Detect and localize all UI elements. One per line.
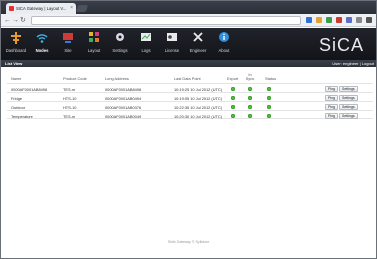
nav-about[interactable]: About xyxy=(213,31,235,59)
nav-label: Engineer xyxy=(189,48,207,53)
browser-toolbar: ← → ↻ xyxy=(1,14,376,27)
nav-label: Layout xyxy=(87,48,101,53)
nav-logs[interactable]: Logs xyxy=(135,31,157,59)
new-tab-button[interactable] xyxy=(75,5,89,12)
header-long-address[interactable]: Long Address xyxy=(105,76,129,81)
nav-label: Logs xyxy=(141,48,151,53)
export-status-icon xyxy=(231,114,235,118)
header-name[interactable]: Name xyxy=(11,76,21,81)
extension-icon[interactable] xyxy=(326,17,332,23)
header-last-data-point[interactable]: Last Data Point xyxy=(174,76,201,81)
close-icon[interactable]: × xyxy=(70,5,73,11)
header-in-sync[interactable]: In Sync xyxy=(244,73,256,81)
sub-header: List View User: engineer | Logout xyxy=(1,60,376,67)
tab-strip: SICA Gateway | Layout V... × xyxy=(1,1,376,14)
export-status-icon xyxy=(231,96,235,100)
nav-site[interactable]: Site xyxy=(57,31,79,59)
cell-last-data-point: 10:20:30 10 Jul 2012 (UTC) xyxy=(174,114,223,119)
settings-button[interactable]: Settings xyxy=(339,85,358,92)
nav-label: Site xyxy=(64,48,72,53)
header-product-code[interactable]: Product Code xyxy=(63,76,87,81)
dashboard-icon xyxy=(11,32,21,44)
header-status[interactable]: Status xyxy=(265,76,276,81)
layout-icon xyxy=(89,32,99,42)
nav-nodes[interactable]: Nodes xyxy=(31,31,53,59)
user-info[interactable]: User: engineer | Logout xyxy=(332,61,374,66)
site-icon xyxy=(63,33,73,43)
tab-title: SICA Gateway | Layout V... xyxy=(16,6,67,11)
in-sync-status-icon xyxy=(248,87,252,91)
export-status-icon xyxy=(231,105,235,109)
gear-icon xyxy=(116,33,124,41)
table-row[interactable]: Outdoor HTS-10 0000AF0001AB0376 10:22:35… xyxy=(7,101,373,110)
status-icon xyxy=(267,114,271,118)
table-row[interactable]: 0000AF0001AB8498 TES-m 0000AF0001AB8498 … xyxy=(7,83,373,92)
nav-label: Nodes xyxy=(35,48,49,53)
export-status-icon xyxy=(231,87,235,91)
forward-icon[interactable]: → xyxy=(12,16,19,25)
status-icon xyxy=(267,96,271,100)
ping-button[interactable]: Ping xyxy=(325,112,339,119)
page-title: List View xyxy=(5,61,23,66)
nav-label: About xyxy=(218,48,230,53)
ping-button[interactable]: Ping xyxy=(325,94,339,101)
app-logo: SiCA xyxy=(318,35,364,55)
status-icon xyxy=(267,87,271,91)
extension-icon[interactable] xyxy=(356,17,362,23)
nav-label: Dashboard xyxy=(5,48,27,53)
extension-icon[interactable] xyxy=(346,17,352,23)
table-row[interactable]: Temperature TES-m 0000AF0001AB0049 10:20… xyxy=(7,110,373,119)
cell-long-address: 0000AF0001AB0049 xyxy=(105,114,142,119)
favicon-icon xyxy=(9,6,14,11)
back-icon[interactable]: ← xyxy=(4,16,11,25)
table-row[interactable]: Fridge HTS-10 0000AF0001AB0494 10:19:05 … xyxy=(7,92,373,101)
ping-button[interactable]: Ping xyxy=(325,103,339,110)
extension-icon[interactable] xyxy=(306,17,312,23)
info-icon xyxy=(219,32,229,42)
nav-license[interactable]: License xyxy=(161,31,183,59)
status-icon xyxy=(267,105,271,109)
nav-layout[interactable]: Layout xyxy=(83,31,105,59)
nav-settings[interactable]: Settings xyxy=(109,31,131,59)
settings-button[interactable]: Settings xyxy=(339,112,358,119)
in-sync-status-icon xyxy=(248,96,252,100)
extension-icon[interactable] xyxy=(316,17,322,23)
ping-button[interactable]: Ping xyxy=(325,85,339,92)
settings-button[interactable]: Settings xyxy=(339,94,358,101)
reload-icon[interactable]: ↻ xyxy=(20,16,26,25)
logs-icon xyxy=(141,33,151,41)
header-export[interactable]: Export xyxy=(227,76,238,81)
nav-dashboard[interactable]: Dashboard xyxy=(5,31,27,59)
tools-icon xyxy=(193,32,203,42)
browser-tab[interactable]: SICA Gateway | Layout V... × xyxy=(6,3,76,14)
in-sync-status-icon xyxy=(248,114,252,118)
table-header: Name Product Code Long Address Last Data… xyxy=(7,73,373,83)
extension-icon[interactable] xyxy=(336,17,342,23)
nav-label: Settings xyxy=(112,48,128,53)
nav-engineer[interactable]: Engineer xyxy=(187,31,209,59)
nodes-table: Name Product Code Long Address Last Data… xyxy=(7,73,373,119)
address-bar[interactable] xyxy=(31,16,301,25)
cell-product-code: TES-m xyxy=(63,114,76,119)
wifi-icon xyxy=(36,34,48,43)
browser-window: SICA Gateway | Layout V... × ← → ↻ Dashb… xyxy=(0,0,377,259)
license-icon xyxy=(167,33,177,41)
footer-text: Sixth Gateway © Syllidore xyxy=(167,240,210,244)
in-sync-status-icon xyxy=(248,105,252,109)
nav-label: License xyxy=(164,48,180,53)
settings-button[interactable]: Settings xyxy=(339,103,358,110)
cell-name: Temperature xyxy=(11,114,33,119)
app-header: Dashboard Nodes Site Layout Settings Log… xyxy=(1,28,376,60)
menu-icon[interactable] xyxy=(366,17,372,23)
